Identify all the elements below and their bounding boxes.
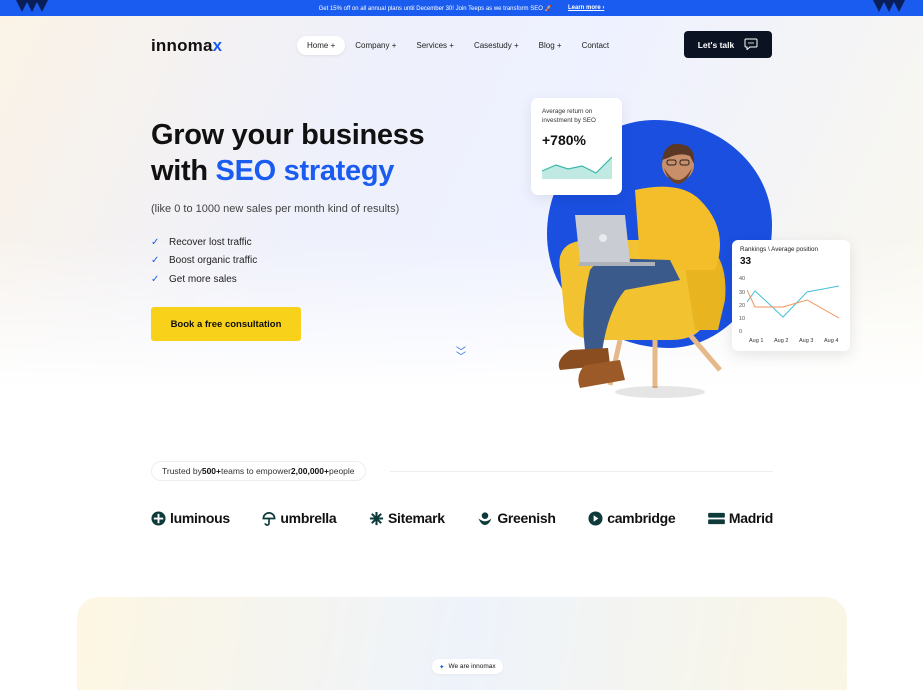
decor-triangles-left bbox=[16, 0, 48, 16]
rankings-label: Rankings \ Average position bbox=[740, 246, 818, 253]
benefit-list: ✓ Recover lost traffic ✓ Boost organic tra… bbox=[151, 233, 257, 289]
sparkle-icon: ✦ bbox=[439, 663, 445, 671]
logo[interactable]: innomax bbox=[151, 36, 222, 56]
about-section bbox=[77, 597, 847, 690]
brand-sitemark: Sitemark bbox=[369, 510, 445, 526]
nav-item-home[interactable]: Home + bbox=[297, 36, 346, 55]
trusted-badge: Trusted by 500+ teams to empower 2,00,00… bbox=[151, 461, 366, 481]
cambridge-logo-icon bbox=[588, 510, 603, 526]
sitemark-logo-icon bbox=[369, 511, 384, 525]
nav-item-blog[interactable]: Blog + bbox=[529, 36, 572, 55]
hero-section bbox=[0, 16, 923, 436]
roi-label-line2: investment by SEO bbox=[542, 117, 596, 124]
learn-more-link[interactable]: Learn more › bbox=[568, 5, 604, 11]
about-pill: ✦ We are innomax bbox=[432, 659, 503, 674]
x-tick: Aug 4 bbox=[824, 338, 839, 344]
announcement-bar: Get 15% off on all annual plans until De… bbox=[0, 0, 923, 16]
y-tick: 10 bbox=[739, 316, 746, 322]
x-tick: Aug 2 bbox=[774, 338, 789, 344]
x-tick: Aug 3 bbox=[799, 338, 814, 344]
y-tick: 0 bbox=[739, 329, 743, 335]
benefit-item: ✓ Get more sales bbox=[151, 273, 237, 285]
brand-greenish: Greenish bbox=[477, 510, 556, 526]
roi-value: +780% bbox=[542, 132, 586, 148]
check-icon: ✓ bbox=[151, 236, 160, 248]
greenish-logo-icon bbox=[478, 511, 492, 525]
nav-item-contact[interactable]: Contact bbox=[572, 36, 620, 55]
check-icon: ✓ bbox=[151, 255, 160, 267]
lets-talk-label: Let's talk bbox=[697, 39, 735, 50]
y-tick: 30 bbox=[739, 290, 746, 296]
lets-talk-button[interactable]: Let's talk bbox=[684, 31, 772, 58]
check-icon: ✓ bbox=[151, 273, 160, 285]
hero-title: Grow your business with SEO strategy bbox=[151, 117, 425, 189]
brand-cambridge: cambridge bbox=[588, 510, 676, 526]
y-tick: 20 bbox=[739, 303, 746, 309]
divider bbox=[390, 471, 773, 472]
roi-label-line1: Average return on bbox=[542, 108, 593, 115]
x-tick: Aug 1 bbox=[749, 338, 764, 344]
brand-madrid: Madrid bbox=[708, 510, 773, 526]
hero-title-line2: with SEO strategy bbox=[151, 155, 395, 187]
scroll-down-icon[interactable]: ﹀ ﹀ bbox=[456, 348, 466, 363]
rankings-value: 33 bbox=[740, 256, 752, 267]
nav-item-company[interactable]: Company + bbox=[345, 36, 406, 55]
main-nav: Home + Company + Services + Casestudy + … bbox=[297, 36, 619, 55]
benefit-item: ✓ Recover lost traffic bbox=[151, 236, 252, 248]
madrid-logo-icon bbox=[708, 512, 725, 524]
nav-item-casestudy[interactable]: Casestudy + bbox=[464, 36, 529, 55]
book-consultation-button[interactable]: Book a free consultation bbox=[151, 307, 301, 341]
luminous-logo-icon bbox=[151, 510, 166, 526]
hero-subtitle: (like 0 to 1000 new sales per month kind… bbox=[151, 203, 400, 215]
rankings-line-chart bbox=[747, 285, 840, 319]
decor-triangles-right bbox=[873, 0, 905, 16]
nav-item-services[interactable]: Services + bbox=[406, 36, 464, 55]
brand-umbrella: umbrella bbox=[262, 510, 337, 526]
benefit-item: ✓ Boost organic traffic bbox=[151, 255, 258, 267]
hero-title-line1: Grow your business bbox=[151, 119, 425, 151]
roi-sparkline bbox=[541, 156, 613, 179]
brand-luminous: luminous bbox=[151, 510, 230, 526]
umbrella-logo-icon bbox=[262, 511, 276, 526]
announcement-text: Get 15% off on all annual plans until De… bbox=[318, 5, 552, 12]
roi-stat-card: Average return on investment by SEO +780… bbox=[531, 98, 622, 195]
y-tick: 40 bbox=[739, 276, 746, 282]
brand-logos: luminous umbrella Sitemark Greenish camb… bbox=[151, 510, 773, 526]
chat-bubble-icon bbox=[744, 38, 758, 52]
